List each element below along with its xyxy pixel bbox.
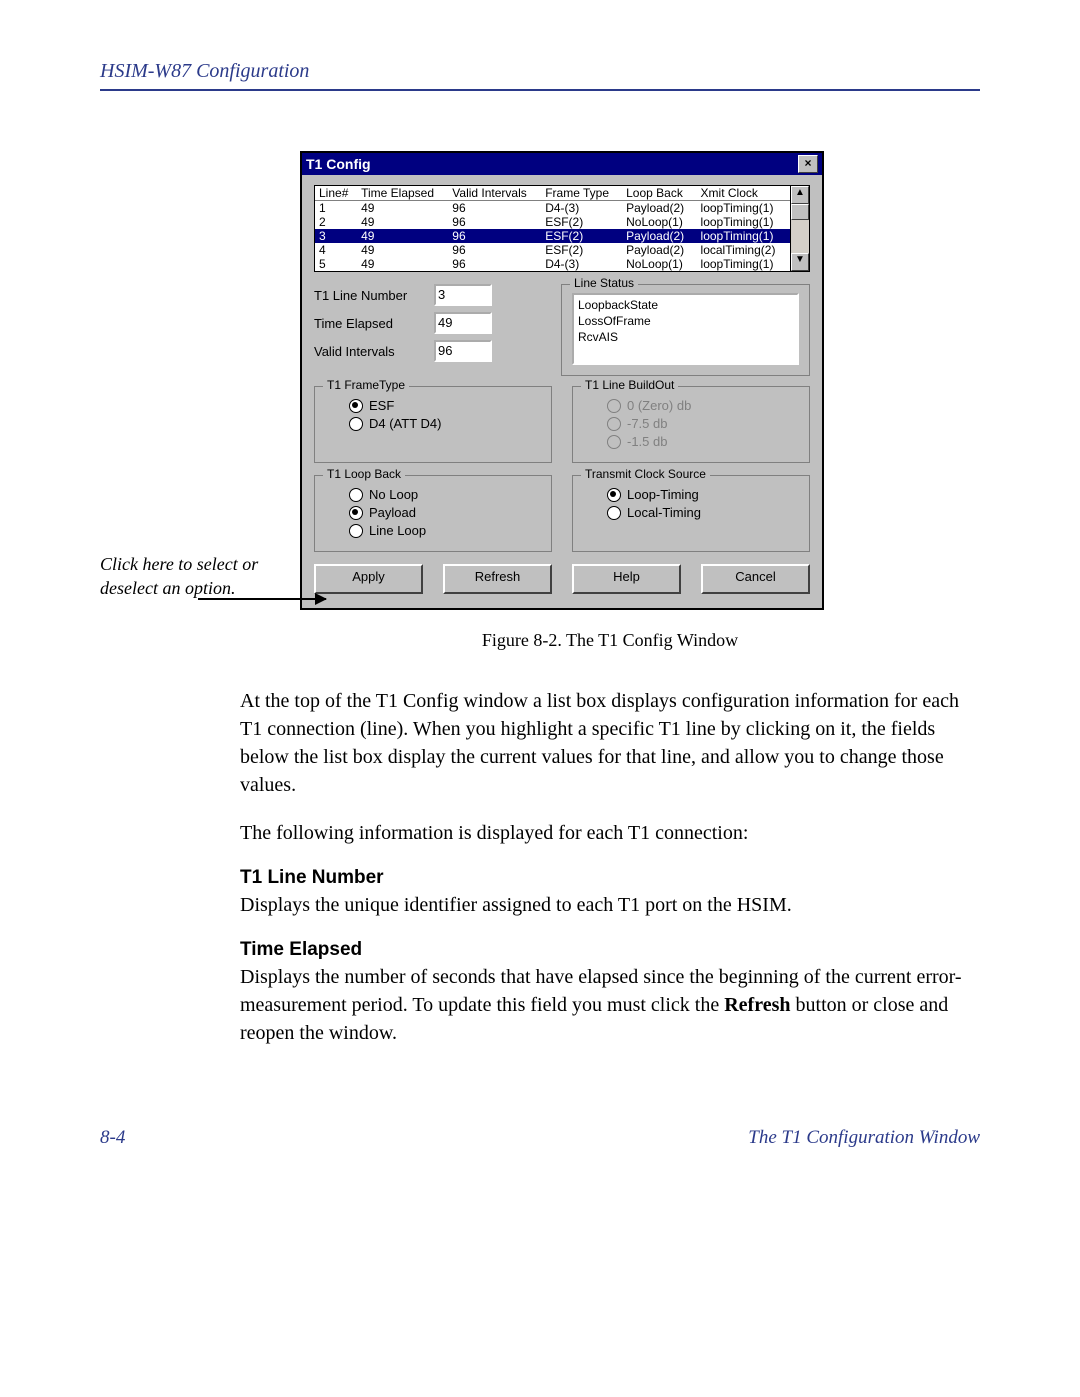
body-paragraph: The following information is displayed f… — [240, 819, 980, 847]
page-number: 8-4 — [100, 1127, 125, 1149]
buildout-title: T1 Line BuildOut — [581, 378, 678, 392]
clock-source-group: Transmit Clock Source Loop-Timing Local-… — [572, 475, 810, 552]
loopback-group: T1 Loop Back No Loop Payload Line Loop — [314, 475, 552, 552]
valid-intervals-field[interactable]: 96 — [434, 340, 492, 362]
table-row[interactable]: 54996D4-(3)NoLoop(1)loopTiming(1) — [315, 257, 790, 271]
loopback-title: T1 Loop Back — [323, 467, 405, 481]
col-valid-intervals: Valid Intervals — [448, 186, 541, 201]
radio-d4[interactable]: D4 (ATT D4) — [349, 416, 541, 431]
page-header: HSIM-W87 Configuration — [100, 60, 309, 82]
clock-source-title: Transmit Clock Source — [581, 467, 710, 481]
cancel-button[interactable]: Cancel — [701, 564, 810, 594]
radio-esf[interactable]: ESF — [349, 398, 541, 413]
help-button[interactable]: Help — [572, 564, 681, 594]
body-paragraph: Displays the unique identifier assigned … — [240, 891, 980, 919]
callout-arrow — [198, 598, 326, 600]
scroll-down-icon[interactable]: ▼ — [791, 253, 809, 271]
line-number-field[interactable]: 3 — [434, 284, 492, 306]
line-listbox[interactable]: Line# Time Elapsed Valid Intervals Frame… — [314, 185, 810, 272]
subhead-line-number: T1 Line Number — [240, 867, 980, 889]
table-row[interactable]: 44996ESF(2)Payload(2)localTiming(2) — [315, 243, 790, 257]
line-number-label: T1 Line Number — [314, 288, 424, 303]
frametype-group: T1 FrameType ESF D4 (ATT D4) — [314, 386, 552, 463]
radio-lineloop[interactable]: Line Loop — [349, 523, 541, 538]
line-status-title: Line Status — [570, 276, 638, 290]
window-title: T1 Config — [306, 156, 371, 172]
col-loop-back: Loop Back — [622, 186, 696, 201]
body-paragraph: At the top of the T1 Config window a lis… — [240, 687, 980, 799]
apply-button[interactable]: Apply — [314, 564, 423, 594]
status-item: RcvAIS — [578, 329, 793, 345]
radio-loop-timing[interactable]: Loop-Timing — [607, 487, 799, 502]
refresh-button[interactable]: Refresh — [443, 564, 552, 594]
scroll-thumb[interactable] — [791, 204, 809, 220]
subhead-time-elapsed: Time Elapsed — [240, 939, 980, 961]
radio-15db: -1.5 db — [607, 434, 799, 449]
callout-annotation: Click here to select or deselect an opti… — [100, 552, 280, 600]
body-paragraph: Displays the number of seconds that have… — [240, 963, 980, 1047]
radio-local-timing[interactable]: Local-Timing — [607, 505, 799, 520]
window-titlebar: T1 Config × — [302, 153, 822, 175]
radio-payload[interactable]: Payload — [349, 505, 541, 520]
col-time-elapsed: Time Elapsed — [357, 186, 448, 201]
list-header-row: Line# Time Elapsed Valid Intervals Frame… — [315, 186, 790, 201]
t1-config-window: T1 Config × Line# Time Elapsed Valid Int… — [300, 151, 824, 610]
scroll-up-icon[interactable]: ▲ — [791, 186, 809, 204]
table-row[interactable]: 34996ESF(2)Payload(2)loopTiming(1) — [315, 229, 790, 243]
figure-caption: Figure 8-2. The T1 Config Window — [240, 630, 980, 651]
radio-0db: 0 (Zero) db — [607, 398, 799, 413]
status-item: LossOfFrame — [578, 313, 793, 329]
buildout-group: T1 Line BuildOut 0 (Zero) db -7.5 db -1.… — [572, 386, 810, 463]
col-frame-type: Frame Type — [541, 186, 622, 201]
close-icon[interactable]: × — [798, 155, 818, 173]
radio-noloop[interactable]: No Loop — [349, 487, 541, 502]
listbox-scrollbar[interactable]: ▲ ▼ — [790, 185, 810, 272]
time-elapsed-label: Time Elapsed — [314, 316, 424, 331]
frametype-title: T1 FrameType — [323, 378, 409, 392]
table-row[interactable]: 14996D4-(3)Payload(2)loopTiming(1) — [315, 201, 790, 216]
line-status-list: LoopbackState LossOfFrame RcvAIS — [572, 293, 799, 365]
footer-right: The T1 Configuration Window — [748, 1127, 980, 1149]
table-row[interactable]: 24996ESF(2)NoLoop(1)loopTiming(1) — [315, 215, 790, 229]
time-elapsed-field[interactable]: 49 — [434, 312, 492, 334]
col-xmit-clock: Xmit Clock — [697, 186, 790, 201]
col-line: Line# — [315, 186, 357, 201]
radio-75db: -7.5 db — [607, 416, 799, 431]
status-item: LoopbackState — [578, 297, 793, 313]
valid-intervals-label: Valid Intervals — [314, 344, 424, 359]
